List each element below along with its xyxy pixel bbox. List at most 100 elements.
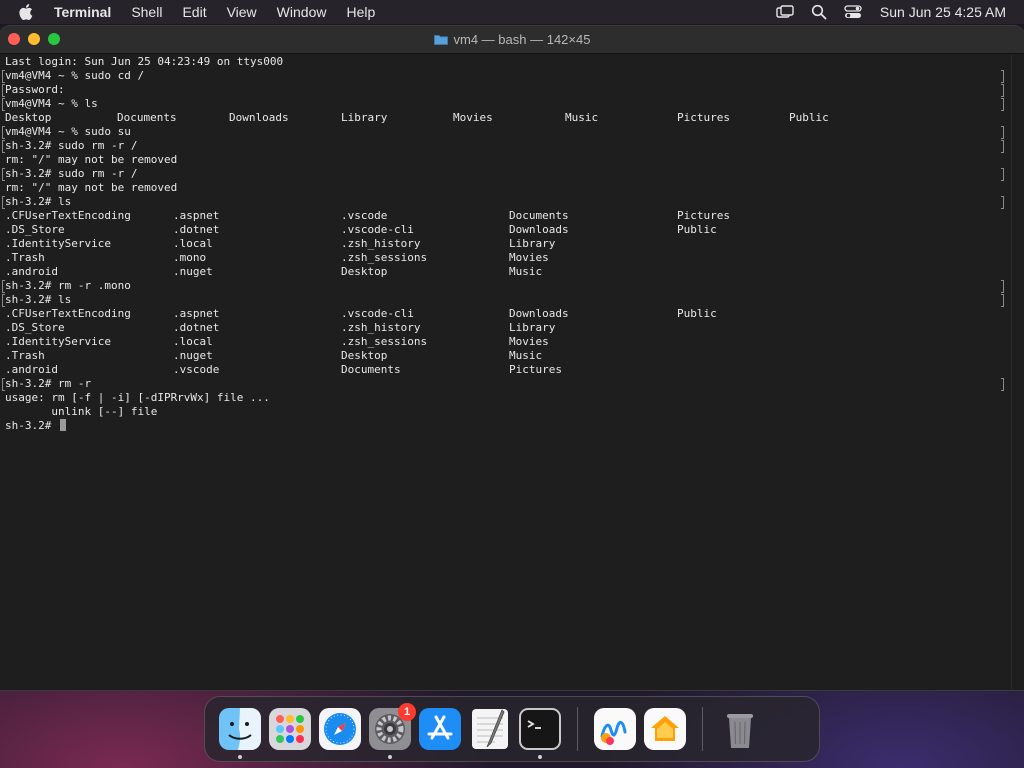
terminal-text: sh-3.2# sudo rm -r / bbox=[5, 139, 138, 152]
ls-entry: .DS_Store bbox=[5, 321, 65, 334]
terminal-icon bbox=[519, 708, 561, 750]
ls-entry: Public bbox=[789, 111, 829, 124]
ls-entry: Pictures bbox=[677, 111, 730, 124]
ls-entry: .vscode-cli bbox=[341, 223, 414, 236]
ls-entry: .aspnet bbox=[173, 307, 220, 320]
zoom-window-button[interactable] bbox=[48, 33, 60, 45]
spotlight-search-icon[interactable] bbox=[810, 4, 828, 20]
terminal-line: Desktop Documents Downloads Library Movies Mu… bbox=[5, 111, 1024, 125]
menu-help[interactable]: Help bbox=[336, 0, 385, 24]
ls-entry: Music bbox=[509, 265, 543, 278]
menu-window[interactable]: Window bbox=[267, 0, 337, 24]
dock-launchpad[interactable] bbox=[269, 708, 311, 750]
terminal-line: vm4@VM4 ~ % ls bbox=[2, 97, 1024, 111]
window-title-text: vm4 — bash — 142×45 bbox=[453, 32, 591, 47]
terminal-output[interactable]: Last login: Sun Jun 25 04:23:49 on ttys0… bbox=[2, 55, 1024, 690]
terminal-text: sh-3.2# rm -r bbox=[5, 377, 92, 390]
ls-entry: Public bbox=[677, 223, 717, 236]
terminal-line: .CFUserTextEncoding .aspnet .vscode-cli Dow… bbox=[5, 307, 1024, 321]
ls-entry: .vscode bbox=[173, 363, 220, 376]
running-indicator bbox=[238, 755, 242, 759]
terminal-line: rm: "/" may not be removed bbox=[5, 153, 1024, 167]
menu-bar-clock[interactable]: Sun Jun 25 4:25 AM bbox=[880, 4, 1006, 20]
ls-entry: .zsh_history bbox=[341, 237, 421, 250]
terminal-text: vm4@VM4 ~ % ls bbox=[5, 97, 98, 110]
window-titlebar[interactable]: vm4 — bash — 142×45 bbox=[0, 26, 1024, 54]
ls-entry: Music bbox=[565, 111, 599, 124]
apple-menu-icon[interactable] bbox=[18, 4, 34, 20]
terminal-line: sh-3.2# sudo rm -r / bbox=[2, 167, 1024, 181]
ls-entry: Documents bbox=[509, 209, 569, 222]
ls-output-row: .CFUserTextEncoding .aspnet .vscode-cli Dow… bbox=[5, 307, 1024, 321]
terminal-scroll-area[interactable] bbox=[1011, 55, 1024, 690]
terminal-line: .IdentityService .local .zsh_sessions Movie… bbox=[5, 335, 1024, 349]
ls-entry: .Trash bbox=[5, 349, 45, 362]
ls-entry: .vscode-cli bbox=[341, 307, 414, 320]
ls-entry: Library bbox=[509, 237, 556, 250]
ls-output-row: .android .nuget Desktop Music bbox=[5, 265, 1024, 279]
minimize-window-button[interactable] bbox=[28, 33, 40, 45]
ls-entry: .zsh_sessions bbox=[341, 335, 428, 348]
terminal-line: usage: rm [-f | -i] [-dIPRrvWx] file ... bbox=[5, 391, 1024, 405]
terminal-text: unlink [--] file bbox=[5, 405, 158, 418]
dock-freeform[interactable] bbox=[594, 708, 636, 750]
ls-entry: .Trash bbox=[5, 251, 45, 264]
terminal-text: sh-3.2# rm -r .mono bbox=[5, 279, 131, 292]
close-window-button[interactable] bbox=[8, 33, 20, 45]
ls-entry: Downloads bbox=[509, 223, 569, 236]
terminal-window: vm4 — bash — 142×45 Last login: Sun Jun … bbox=[0, 26, 1024, 690]
menu-edit[interactable]: Edit bbox=[172, 0, 216, 24]
safari-icon bbox=[319, 708, 361, 750]
ls-entry: .local bbox=[173, 335, 213, 348]
terminal-line: .android .nuget Desktop Music bbox=[5, 265, 1024, 279]
terminal-text: usage: rm [-f | -i] [-dIPRrvWx] file ... bbox=[5, 391, 270, 404]
dock-trash[interactable] bbox=[719, 708, 761, 750]
ls-output-row: .IdentityService .local .zsh_sessions Movie… bbox=[5, 335, 1024, 349]
terminal-text: vm4@VM4 ~ % sudo cd / bbox=[5, 69, 145, 82]
terminal-line: unlink [--] file bbox=[5, 405, 1024, 419]
ls-entry: Movies bbox=[509, 251, 549, 264]
dock-textedit[interactable] bbox=[469, 708, 511, 750]
dock-home[interactable] bbox=[644, 708, 686, 750]
control-center-icon[interactable] bbox=[844, 4, 862, 20]
dock-finder[interactable] bbox=[219, 708, 261, 759]
dock-app-store[interactable] bbox=[419, 708, 461, 750]
terminal-text: Password: bbox=[5, 83, 65, 96]
window-title: vm4 — bash — 142×45 bbox=[0, 26, 1024, 53]
terminal-line: sh-3.2# ls bbox=[2, 293, 1024, 307]
terminal-line: vm4@VM4 ~ % sudo su bbox=[2, 125, 1024, 139]
dock: 1 bbox=[204, 696, 820, 762]
ls-output-row: Desktop Documents Downloads Library Movies Mu… bbox=[5, 111, 1024, 125]
ls-entry: .IdentityService bbox=[5, 237, 111, 250]
terminal-line: .Trash .mono .zsh_sessions Movies bbox=[5, 251, 1024, 265]
menu-app-name[interactable]: Terminal bbox=[44, 0, 121, 24]
menu-view[interactable]: View bbox=[217, 0, 267, 24]
ls-entry: Music bbox=[509, 349, 543, 362]
terminal-text: sh-3.2# sudo rm -r / bbox=[5, 167, 138, 180]
terminal-line: .IdentityService .local .zsh_history Librar… bbox=[5, 237, 1024, 251]
terminal-line: .android .vscode Documents Pictures bbox=[5, 363, 1024, 377]
text-cursor bbox=[59, 419, 66, 431]
running-indicator bbox=[388, 755, 392, 759]
ls-entry: .android bbox=[5, 265, 58, 278]
trash-icon bbox=[727, 714, 753, 748]
ls-entry: .dotnet bbox=[173, 321, 220, 334]
ls-entry: .vscode bbox=[341, 209, 388, 222]
dock-safari[interactable] bbox=[319, 708, 361, 750]
dock-system-settings[interactable]: 1 bbox=[369, 703, 416, 759]
terminal-line: vm4@VM4 ~ % sudo cd / bbox=[2, 69, 1024, 83]
terminal-line: .Trash .nuget Desktop Music bbox=[5, 349, 1024, 363]
terminal-line: .CFUserTextEncoding .aspnet .vscode Documen… bbox=[5, 209, 1024, 223]
terminal-text: sh-3.2# bbox=[5, 419, 58, 432]
ls-output-row: .DS_Store .dotnet .vscode-cli Downloads Publ… bbox=[5, 223, 1024, 237]
ls-entry: Downloads bbox=[229, 111, 289, 124]
menu-shell[interactable]: Shell bbox=[121, 0, 172, 24]
terminal-text: vm4@VM4 ~ % sudo su bbox=[5, 125, 131, 138]
terminal-text: rm: "/" may not be removed bbox=[5, 181, 178, 194]
ls-entry: .IdentityService bbox=[5, 335, 111, 348]
terminal-line: .DS_Store .dotnet .vscode-cli Downloads Publ… bbox=[5, 223, 1024, 237]
screen-mirroring-icon[interactable] bbox=[776, 4, 794, 20]
dock-terminal[interactable] bbox=[519, 708, 561, 759]
terminal-line: sh-3.2# sudo rm -r / bbox=[2, 139, 1024, 153]
notification-badge: 1 bbox=[398, 703, 416, 721]
